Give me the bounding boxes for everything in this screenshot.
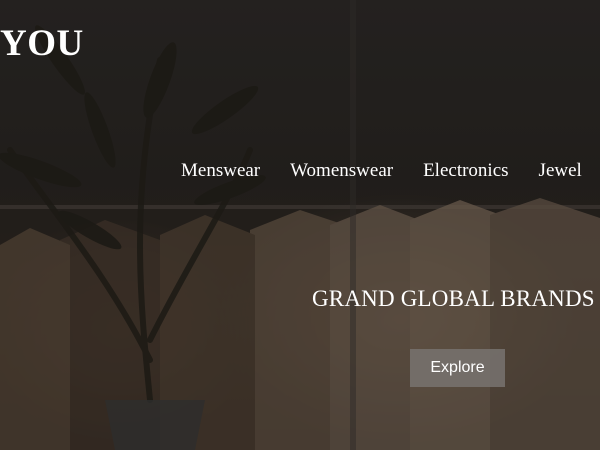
explore-button[interactable]: Explore [410, 349, 505, 387]
main-nav: Menswear Womenswear Electronics Jewel [181, 158, 582, 184]
hero-section: YOU Menswear Womenswear Electronics Jewe… [0, 0, 600, 450]
brand-logo[interactable]: YOU [0, 22, 84, 66]
nav-item-jewelry[interactable]: Jewel [539, 158, 582, 184]
hero-headline: GRAND GLOBAL BRANDS [312, 286, 595, 311]
nav-item-womenswear[interactable]: Womenswear [290, 158, 393, 184]
dark-overlay [0, 0, 600, 450]
nav-item-menswear[interactable]: Menswear [181, 158, 260, 184]
nav-item-electronics[interactable]: Electronics [423, 158, 508, 184]
